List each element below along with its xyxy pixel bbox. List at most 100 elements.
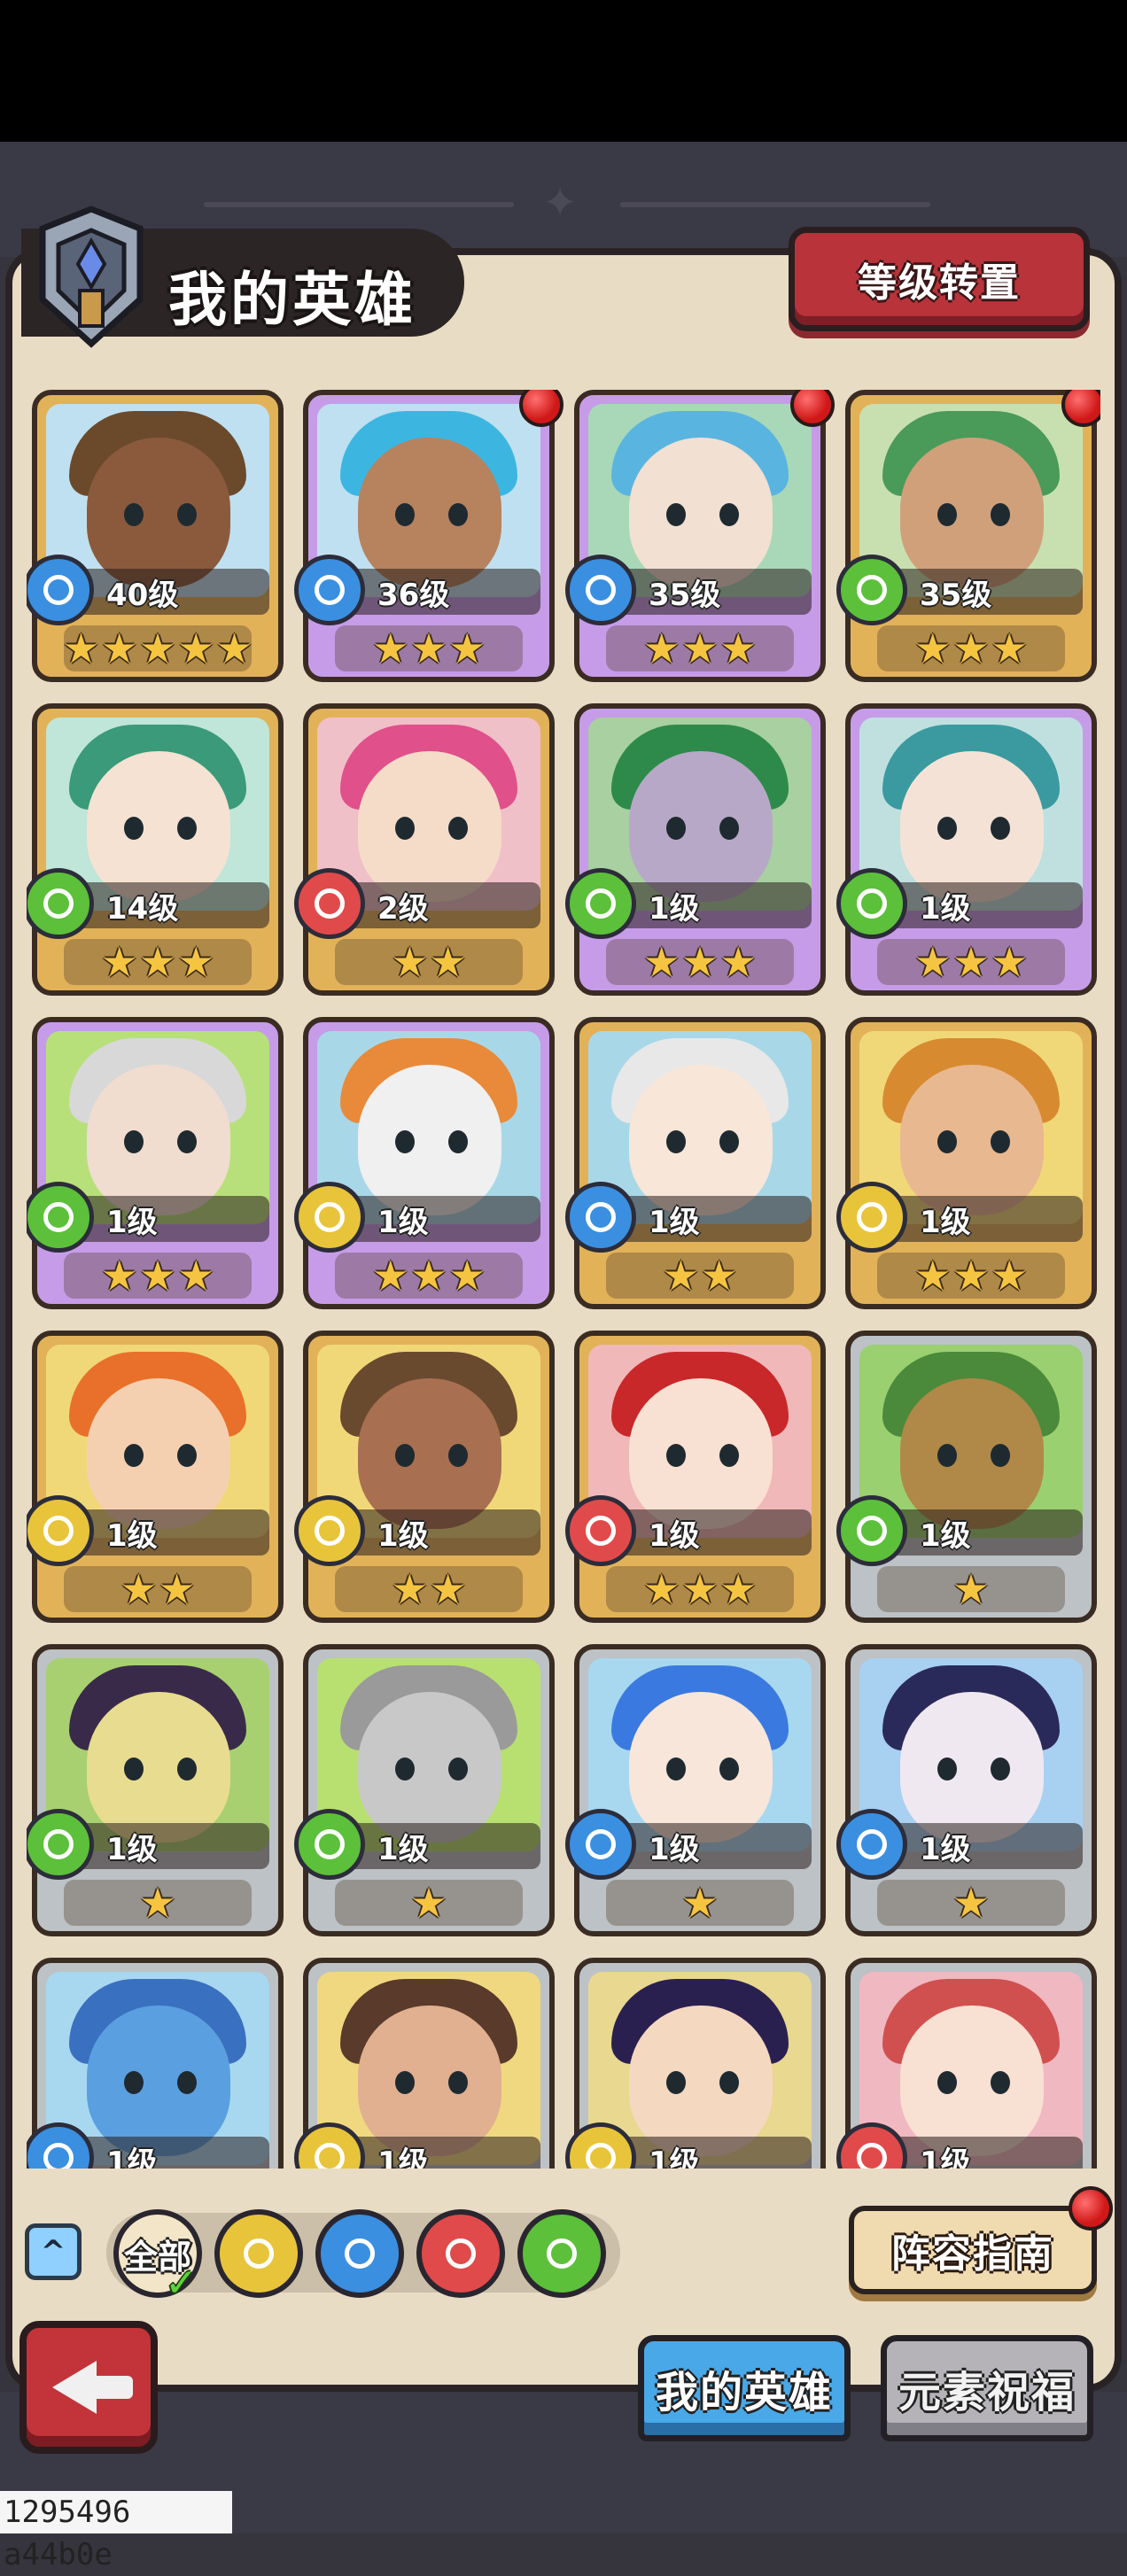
star-rating: ★ ★ ★: [877, 939, 1065, 985]
hero-eye: [124, 2071, 144, 2094]
hero-card[interactable]: 1级 ★ ★ ★: [565, 703, 826, 996]
hero-card[interactable]: 35级 ★ ★ ★: [836, 390, 1100, 682]
hero-card[interactable]: 1级 ★ ★ ★: [565, 1331, 826, 1623]
hero-eye: [937, 503, 957, 526]
water-element-icon: [27, 555, 94, 625]
tab-element-blessing[interactable]: 元素祝福: [881, 2335, 1093, 2441]
hero-card[interactable]: 1级 ★ ★: [27, 1331, 284, 1623]
filter-all-button[interactable]: 全部 ✓: [113, 2209, 202, 2306]
nature-element-icon: [547, 2238, 577, 2269]
hero-card[interactable]: 1级★: [294, 1958, 555, 2169]
hero-eye: [395, 2071, 415, 2094]
hero-card[interactable]: 1级★: [836, 1331, 1097, 1623]
notification-dot: [519, 390, 564, 427]
element-swirl: [315, 1516, 345, 1546]
star-rating: ★: [877, 1880, 1065, 1926]
nature-element-icon: [294, 1809, 365, 1880]
hero-eye: [937, 1757, 957, 1781]
nature-element-icon: [565, 868, 636, 939]
star-icon: ★: [391, 938, 428, 986]
star-icon: ★: [719, 625, 757, 672]
hero-face: [87, 751, 230, 902]
filter-earth-button[interactable]: [214, 2209, 303, 2298]
hero-eye: [937, 817, 957, 840]
star-icon: ★: [719, 938, 757, 986]
back-arrow-tail: [92, 2376, 133, 2399]
star-icon: ★: [177, 1252, 214, 1300]
hero-card[interactable]: 1级★: [294, 1644, 555, 1936]
hero-face: [629, 1065, 773, 1215]
star-icon: ★: [991, 938, 1028, 986]
hero-eye: [991, 817, 1010, 840]
star-rating: ★ ★: [64, 1566, 252, 1612]
tab-my-heroes[interactable]: 我的英雄: [638, 2335, 851, 2441]
filter-nature-button[interactable]: [517, 2209, 606, 2298]
element-swirl: [43, 2143, 74, 2169]
hero-card[interactable]: 1级★: [836, 1644, 1097, 1936]
hero-eye: [719, 1757, 739, 1781]
hero-card[interactable]: 1级 ★ ★ ★: [836, 703, 1097, 996]
hero-face: [629, 2006, 773, 2156]
hero-card[interactable]: 1级★: [836, 1958, 1097, 2169]
hero-card[interactable]: 1级 ★ ★ ★: [27, 1017, 284, 1309]
checkmark-icon: ✓: [165, 2261, 198, 2306]
hero-eye: [177, 1757, 197, 1781]
nature-element-icon: [836, 1495, 907, 1566]
hero-card[interactable]: 35级 ★ ★ ★: [565, 390, 835, 682]
hero-level: 1级: [920, 2145, 971, 2169]
hero-eye: [719, 817, 739, 840]
star-icon: ★: [101, 625, 138, 672]
lineup-guide-button[interactable]: 阵容指南: [849, 2206, 1097, 2294]
star-icon: ★: [643, 1565, 680, 1613]
back-button[interactable]: [19, 2321, 158, 2454]
element-swirl: [43, 888, 74, 919]
hero-level: 36级: [377, 578, 450, 613]
hero-card[interactable]: 1级 ★ ★: [294, 1331, 555, 1623]
hero-eye: [395, 1444, 415, 1467]
hero-eye: [395, 1130, 415, 1153]
hero-card[interactable]: 1级★: [27, 1644, 284, 1936]
hero-card[interactable]: 1级 ★ ★ ★: [836, 1017, 1097, 1309]
star-icon: ★: [372, 625, 409, 672]
element-swirl: [315, 1202, 345, 1232]
collapse-toggle-button[interactable]: ^: [25, 2223, 82, 2280]
fire-element-icon: [565, 1495, 636, 1566]
filter-water-button[interactable]: [315, 2209, 404, 2298]
notification-dot: [790, 390, 835, 427]
hero-eye: [124, 1757, 144, 1781]
hero-card[interactable]: 1级★: [565, 1958, 826, 2169]
hero-card[interactable]: 36级 ★ ★ ★: [294, 390, 564, 682]
element-swirl: [586, 888, 616, 919]
hero-eye: [177, 1130, 197, 1153]
hero-card[interactable]: 14级 ★ ★ ★: [27, 703, 284, 996]
star-icon: ★: [701, 1252, 738, 1300]
hero-eye: [124, 1130, 144, 1153]
star-rating: ★ ★ ★: [64, 939, 252, 985]
fire-element-icon: [294, 868, 365, 939]
element-swirl: [857, 2143, 887, 2169]
hero-card[interactable]: 40级 ★ ★ ★ ★ ★: [27, 390, 284, 682]
hero-card[interactable]: 2级 ★ ★: [294, 703, 555, 996]
hero-level: 1级: [649, 891, 700, 927]
hero-card[interactable]: 1级★: [565, 1644, 826, 1936]
star-rating: ★: [606, 1880, 794, 1926]
element-swirl: [586, 1516, 616, 1546]
element-swirl: [857, 1516, 887, 1546]
hero-level: 40级: [106, 578, 179, 613]
star-icon: ★: [62, 625, 100, 672]
hero-eye: [666, 1444, 686, 1467]
hero-eye: [177, 1444, 197, 1467]
chevron-up-icon: ^: [40, 2234, 66, 2270]
hero-card[interactable]: 1级 ★ ★: [565, 1017, 826, 1309]
water-element-icon: [294, 555, 365, 625]
star-icon: ★: [101, 938, 138, 986]
level-reset-button[interactable]: 等级转置: [789, 227, 1090, 331]
star-icon: ★: [139, 1879, 176, 1927]
hero-card[interactable]: 1级 ★ ★ ★: [294, 1017, 555, 1309]
star-icon: ★: [914, 938, 952, 986]
hero-face: [629, 751, 773, 902]
hero-card[interactable]: 1级★: [27, 1958, 284, 2169]
filter-fire-button[interactable]: [416, 2209, 505, 2298]
hero-eye: [991, 503, 1010, 526]
star-icon: ★: [448, 1252, 486, 1300]
